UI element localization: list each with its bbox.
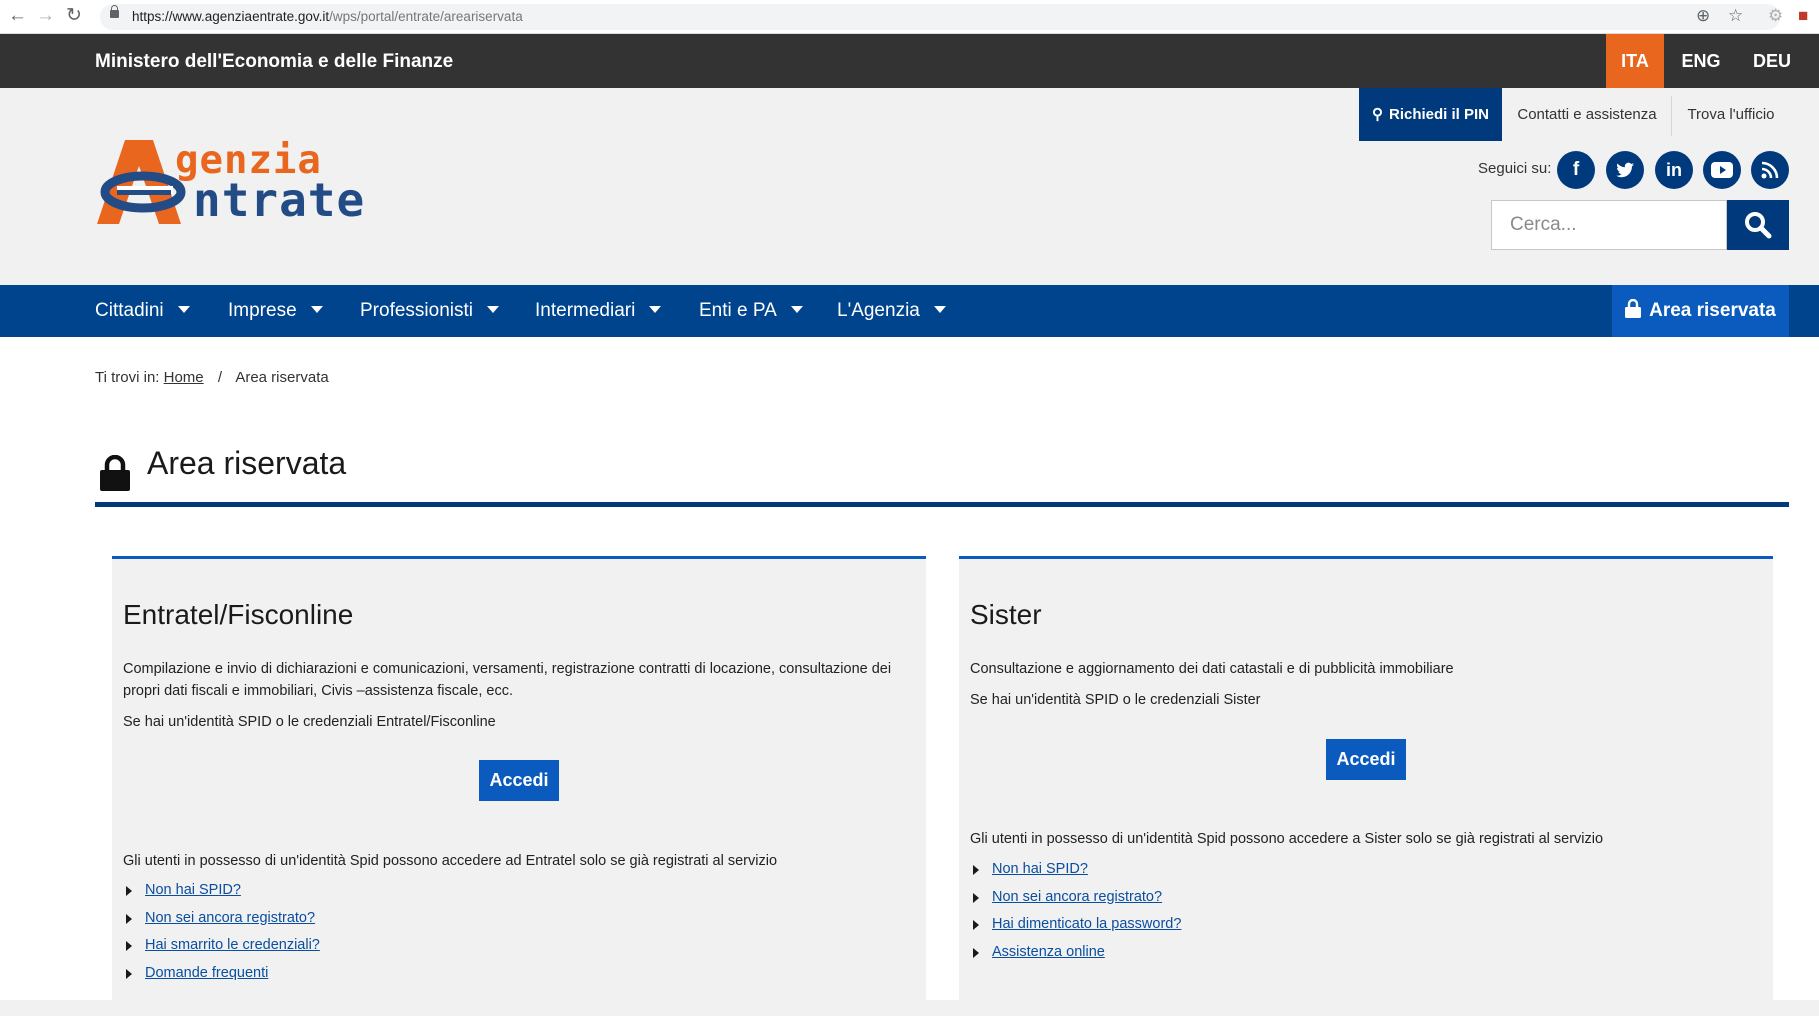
breadcrumb: Ti trovi in: Home / Area riservata — [95, 369, 329, 386]
chevron-down-icon — [177, 306, 190, 313]
facebook-icon[interactable]: f — [1557, 151, 1595, 189]
nav-label: Intermediari — [535, 300, 636, 321]
main-content: Ti trovi in: Home / Area riservata Area … — [0, 337, 1819, 1016]
card-title: Entratel/Fisconline — [123, 599, 354, 630]
chevron-down-icon — [933, 306, 946, 313]
browser-toolbar: ← → ↻ https://www.agenziaentrate.gov.it/… — [0, 0, 1819, 34]
follow-label: Seguici su: — [1478, 160, 1552, 177]
card-credentials-note: Se hai un'identità SPID o le credenziali… — [970, 692, 1261, 708]
url-path: /wps/portal/entrate/areariservata — [329, 9, 523, 24]
header-divider — [1671, 96, 1672, 136]
lock-icon — [1625, 298, 1642, 318]
contacts-link[interactable]: Contatti e assistenza — [1508, 88, 1666, 141]
not-registered-link[interactable]: Non sei ancora registrato? — [145, 910, 315, 926]
twitter-icon[interactable] — [1606, 151, 1644, 189]
address-bar[interactable]: https://www.agenziaentrate.gov.it/wps/po… — [100, 4, 1780, 30]
online-support-link[interactable]: Assistenza online — [992, 944, 1105, 960]
nav-label: Cittadini — [95, 300, 164, 321]
list-item: Assistenza online — [973, 944, 1181, 972]
lang-eng[interactable]: ENG — [1672, 34, 1730, 88]
nav-label: Enti e PA — [699, 300, 777, 321]
rss-icon[interactable] — [1751, 151, 1789, 189]
search-button[interactable] — [1727, 200, 1789, 250]
page-title: Area riservata — [147, 445, 347, 481]
card-link-list: Non hai SPID? Non sei ancora registrato?… — [126, 882, 320, 992]
pdf-extension-icon[interactable]: ■ — [1798, 5, 1808, 27]
reload-icon[interactable]: ↻ — [66, 6, 82, 26]
nav-label: Professionisti — [360, 300, 473, 321]
pin-button-label: Richiedi il PIN — [1388, 106, 1490, 123]
search-icon — [1745, 212, 1772, 239]
back-arrow-icon[interactable]: ← — [8, 6, 27, 26]
site-header: genzia ntrate ⚲ Richiedi il PIN Contatti … — [0, 88, 1819, 285]
area-riservata-button[interactable]: Area riservata — [1612, 285, 1789, 337]
url-text: https://www.agenziaentrate.gov.it/wps/po… — [132, 9, 523, 24]
chevron-down-icon — [790, 306, 803, 313]
nav-cittadini[interactable]: Cittadini — [95, 285, 190, 337]
nav-imprese[interactable]: Imprese — [228, 285, 323, 337]
chevron-down-icon — [487, 306, 499, 313]
list-item: Hai smarrito le credenziali? — [126, 937, 320, 965]
entratel-card: Entratel/Fisconline Compilazione e invio… — [112, 556, 926, 1016]
zoom-icon[interactable]: ⊕ — [1696, 5, 1710, 27]
faq-link[interactable]: Domande frequenti — [145, 965, 268, 981]
key-icon: ⚲ — [1371, 106, 1383, 123]
url-host: https://www.agenziaentrate.gov.it — [132, 9, 330, 24]
lang-deu[interactable]: DEU — [1743, 34, 1801, 88]
breadcrumb-home-link[interactable]: Home — [164, 369, 204, 386]
find-office-link[interactable]: Trova l'ufficio — [1680, 88, 1782, 141]
sister-card: Sister Consultazione e aggiornamento dei… — [959, 556, 1773, 1016]
no-spid-link[interactable]: Non hai SPID? — [992, 861, 1088, 877]
card-spid-note: Gli utenti in possesso di un'identità Sp… — [970, 831, 1604, 847]
forgot-password-link[interactable]: Hai dimenticato la password? — [992, 916, 1181, 932]
card-spid-note: Gli utenti in possesso di un'identità Sp… — [123, 853, 778, 869]
card-link-list: Non hai SPID? Non sei ancora registrato?… — [973, 861, 1181, 971]
no-spid-link[interactable]: Non hai SPID? — [145, 882, 241, 898]
nav-intermediari[interactable]: Intermediari — [535, 285, 662, 337]
logo-text-bottom: ntrate — [193, 173, 366, 227]
card-description: Consultazione e aggiornamento dei dati c… — [970, 661, 1454, 677]
ministry-bar: Ministero dell'Economia e delle Finanze … — [0, 34, 1819, 88]
bookmark-star-icon[interactable]: ☆ — [1728, 5, 1743, 27]
request-pin-button[interactable]: ⚲ Richiedi il PIN — [1359, 88, 1502, 141]
sister-accedi-button[interactable]: Accedi — [1326, 739, 1406, 780]
linkedin-icon[interactable]: in — [1655, 151, 1693, 189]
agenzia-entrate-logo[interactable]: genzia ntrate — [95, 138, 385, 228]
card-credentials-note: Se hai un'identità SPID o le credenziali… — [123, 714, 496, 730]
entratel-accedi-button[interactable]: Accedi — [479, 760, 559, 801]
chevron-down-icon — [310, 306, 323, 313]
list-item: Domande frequenti — [126, 965, 320, 993]
youtube-icon[interactable] — [1703, 151, 1741, 189]
ministry-name[interactable]: Ministero dell'Economia e delle Finanze — [95, 51, 453, 73]
nav-label: L'Agenzia — [837, 300, 920, 321]
lock-icon — [100, 455, 130, 491]
card-description: Compilazione e invio di dichiarazioni e … — [123, 661, 892, 699]
breadcrumb-prefix: Ti trovi in: — [95, 369, 160, 386]
list-item: Non hai SPID? — [126, 882, 320, 910]
lost-credentials-link[interactable]: Hai smarrito le credenziali? — [145, 937, 320, 953]
secure-lock-icon — [110, 5, 119, 18]
area-riservata-label: Area riservata — [1649, 300, 1776, 321]
main-navigation: Cittadini Imprese Professionisti Interme… — [0, 285, 1819, 337]
extension-icon[interactable]: ⚙ — [1768, 5, 1783, 27]
nav-enti-pa[interactable]: Enti e PA — [699, 285, 803, 337]
breadcrumb-current: Area riservata — [235, 369, 329, 386]
nav-professionisti[interactable]: Professionisti — [360, 285, 499, 337]
list-item: Non sei ancora registrato? — [973, 889, 1181, 917]
nav-label: Imprese — [228, 300, 297, 321]
nav-agenzia[interactable]: L'Agenzia — [837, 285, 946, 337]
chevron-down-icon — [649, 306, 662, 313]
list-item: Hai dimenticato la password? — [973, 916, 1181, 944]
page-title-block: Area riservata — [95, 445, 1789, 507]
breadcrumb-separator: / — [217, 369, 222, 386]
card-title: Sister — [970, 599, 1042, 630]
list-item: Non hai SPID? — [973, 861, 1181, 889]
list-item: Non sei ancora registrato? — [126, 910, 320, 938]
search-input[interactable] — [1491, 200, 1727, 250]
not-registered-link[interactable]: Non sei ancora registrato? — [992, 889, 1162, 905]
lang-ita[interactable]: ITA — [1606, 34, 1664, 88]
forward-arrow-icon[interactable]: → — [36, 6, 55, 26]
